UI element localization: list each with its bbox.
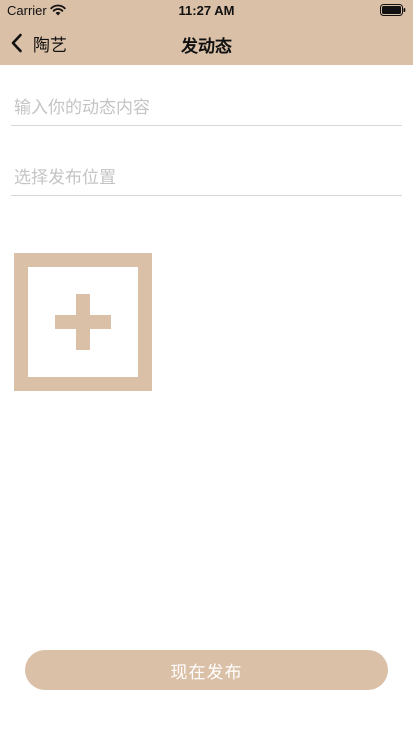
publish-button[interactable]: 现在发布 (25, 650, 388, 690)
battery-icon (380, 4, 406, 16)
location-input[interactable] (11, 160, 402, 196)
add-photo-button[interactable] (14, 253, 152, 391)
content-input[interactable] (11, 90, 402, 126)
plus-icon (14, 253, 152, 391)
header: Carrier 11:27 AM 陶艺 发动态 (0, 0, 413, 65)
nav-bar: 陶艺 发动态 (0, 22, 413, 65)
status-bar: Carrier 11:27 AM (0, 0, 413, 22)
status-time: 11:27 AM (178, 3, 235, 18)
page-title: 发动态 (181, 37, 232, 57)
